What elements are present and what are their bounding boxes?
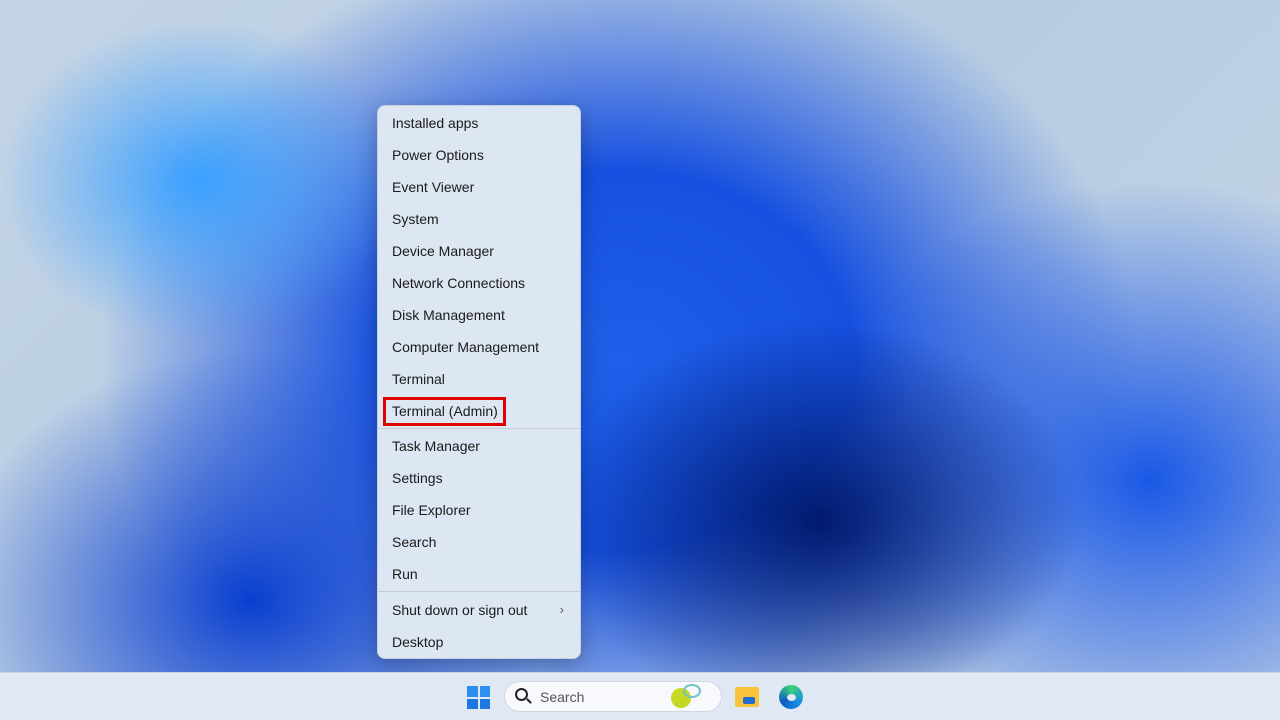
windows-start-icon[interactable] <box>467 686 490 709</box>
menu-item-label: Network Connections <box>392 275 526 291</box>
menu-item-label: Power Options <box>392 147 484 163</box>
menu-separator <box>378 591 580 592</box>
menu-item-label: File Explorer <box>392 502 471 518</box>
menu-item-label: System <box>392 211 439 227</box>
menu-item-system[interactable]: System <box>382 204 576 234</box>
chevron-right-icon: › <box>559 602 564 617</box>
tennis-racket-icon <box>683 684 701 698</box>
menu-item-label: Installed apps <box>392 115 479 131</box>
menu-item-label: Device Manager <box>392 243 494 259</box>
menu-item-label: Event Viewer <box>392 179 475 195</box>
menu-item-run[interactable]: Run <box>382 559 576 589</box>
menu-item-label: Settings <box>392 470 443 486</box>
menu-item-shut-down-or-sign-out[interactable]: Shut down or sign out › <box>382 595 576 625</box>
highlight-box <box>383 397 506 426</box>
menu-item-desktop[interactable]: Desktop <box>382 627 576 657</box>
menu-item-label: Computer Management <box>392 339 540 355</box>
menu-item-label: Shut down or sign out <box>392 602 528 618</box>
taskbar-search[interactable]: Search <box>504 681 722 712</box>
menu-separator <box>378 428 580 429</box>
menu-item-label: Disk Management <box>392 307 505 323</box>
menu-item-terminal[interactable]: Terminal <box>382 364 576 394</box>
menu-item-event-viewer[interactable]: Event Viewer <box>382 172 576 202</box>
menu-item-disk-management[interactable]: Disk Management <box>382 300 576 330</box>
edge-icon[interactable] <box>779 685 803 709</box>
menu-item-settings[interactable]: Settings <box>382 463 576 493</box>
menu-item-label: Desktop <box>392 634 444 650</box>
search-placeholder: Search <box>540 689 585 705</box>
menu-item-installed-apps[interactable]: Installed apps <box>382 108 576 138</box>
context-menu: Installed apps Power Options Event Viewer S… <box>377 105 581 659</box>
menu-item-label: Run <box>392 566 418 582</box>
menu-item-power-options[interactable]: Power Options <box>382 140 576 170</box>
menu-item-label: Terminal <box>392 371 445 387</box>
menu-item-device-manager[interactable]: Device Manager <box>382 236 576 266</box>
menu-item-label: Search <box>392 534 437 550</box>
search-icon-handle <box>526 698 532 704</box>
menu-item-network-connections[interactable]: Network Connections <box>382 268 576 298</box>
menu-item-computer-management[interactable]: Computer Management <box>382 332 576 362</box>
menu-item-task-manager[interactable]: Task Manager <box>382 431 576 461</box>
file-explorer-icon[interactable] <box>735 687 759 707</box>
menu-item-file-explorer[interactable]: File Explorer <box>382 495 576 525</box>
menu-item-label: Task Manager <box>392 438 480 454</box>
menu-item-search[interactable]: Search <box>382 527 576 557</box>
